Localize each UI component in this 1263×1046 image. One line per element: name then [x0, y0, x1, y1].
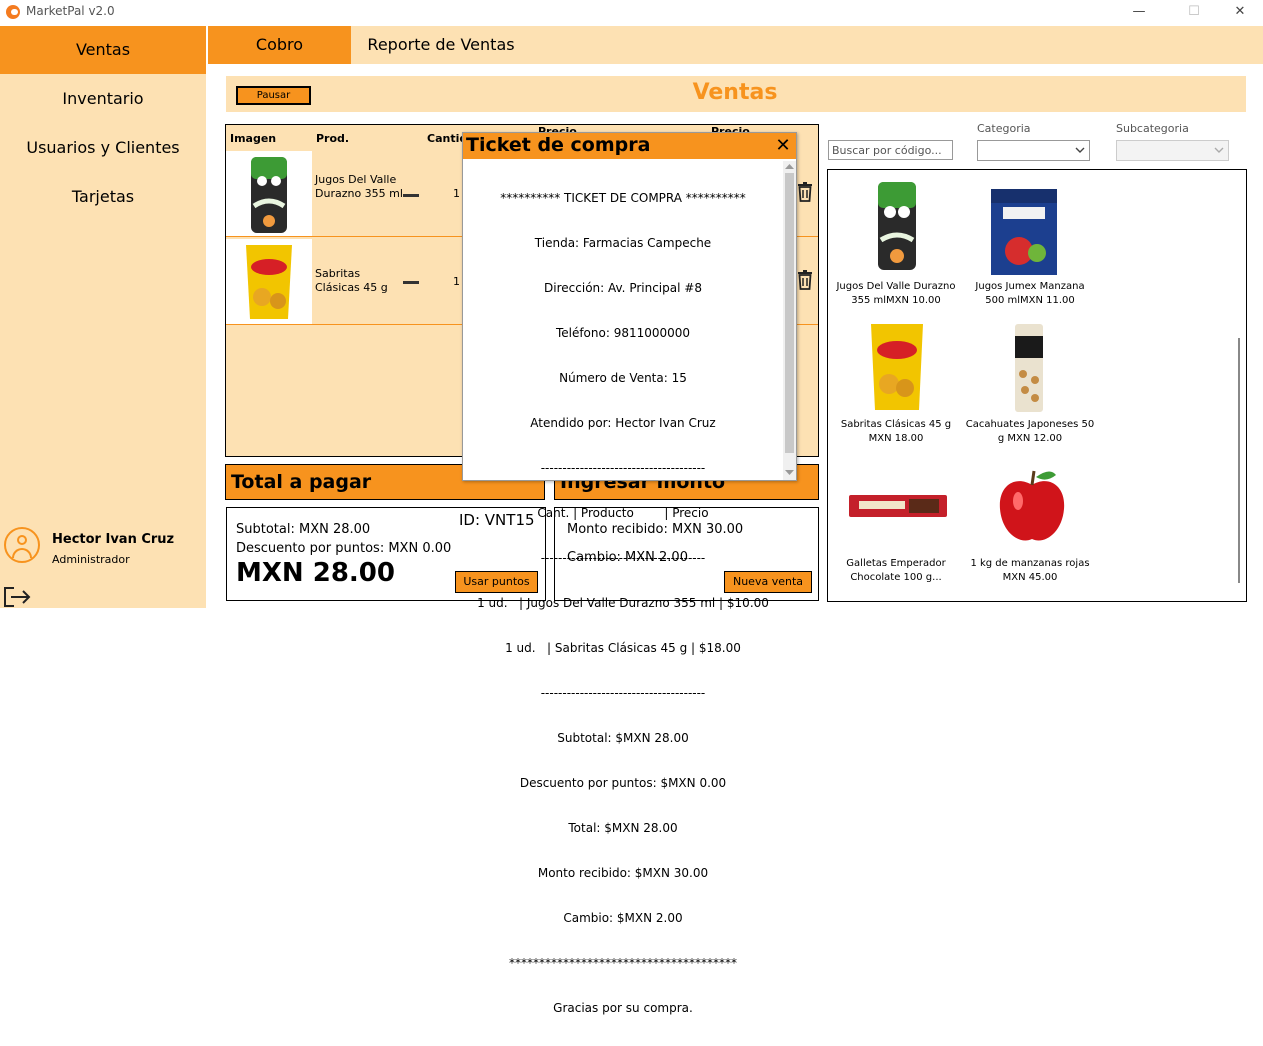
trash-icon[interactable] [797, 182, 813, 202]
ticket-dialog-title: Ticket de compra [466, 134, 651, 156]
ticket-line: Monto recibido: $MXN 30.00 [537, 866, 709, 880]
minimize-button[interactable]: — [1124, 2, 1154, 22]
column-header-prod: Prod. [316, 132, 350, 145]
ticket-line: Teléfono: 9811000000 [555, 326, 691, 340]
trash-icon[interactable] [797, 270, 813, 290]
product-image-sabritas [226, 239, 312, 324]
ticket-line: 1 ud. | Jugos Del Valle Durazno 355 ml |… [477, 596, 769, 610]
product-name: Cacahuates Japoneses 50 g MXN 12.00 [965, 419, 1095, 444]
ticket-line: -------------------------------------- [540, 686, 706, 700]
product-name: Jugos Jumex Manzana 500 mlMXN 11.00 [975, 281, 1085, 306]
product-image-manzana [999, 470, 1065, 541]
product-image-jumex [989, 185, 1061, 275]
tab-reporte-ventas[interactable]: Reporte de Ventas [351, 26, 531, 64]
product-image-cacahuates [1015, 324, 1043, 412]
category-select[interactable] [977, 140, 1090, 161]
product-grid: Jugos Del Valle Durazno 355 mlMXN 10.00 … [827, 169, 1247, 602]
subcategory-label: Subcategoria [1116, 122, 1189, 135]
ticket-line: Descuento por puntos: $MXN 0.00 [519, 776, 727, 790]
ticket-text: ********** TICKET DE COMPRA ********** T… [463, 161, 783, 1046]
ticket-line: ************************************** [509, 956, 737, 970]
product-card[interactable]: Cacahuates Japoneses 50 g MXN 12.00 [965, 320, 1095, 450]
ticket-line: Cambio: $MXN 2.00 [563, 911, 683, 925]
product-image-sabritas [871, 324, 923, 410]
ticket-line: Dirección: Av. Principal #8 [544, 281, 702, 295]
logout-icon[interactable] [2, 586, 32, 608]
product-grid-scroll-thumb[interactable] [1238, 338, 1240, 583]
search-input[interactable] [828, 140, 953, 160]
cart-item-name: Sabritas Clásicas 45 g [315, 267, 388, 294]
product-card[interactable]: Jugos Del Valle Durazno 355 mlMXN 10.00 [831, 180, 961, 310]
ticket-line: ********** TICKET DE COMPRA ********** [500, 191, 746, 205]
ticket-line: Subtotal: $MXN 28.00 [557, 731, 689, 745]
ticket-line: Total: $MXN 28.00 [568, 821, 678, 835]
cart-item-name: Jugos Del Valle Durazno 355 ml [315, 173, 403, 200]
ticket-line: Gracias por su compra. [553, 1001, 693, 1015]
title-bar: MarketPal v2.0 — ☐ ✕ [0, 0, 1263, 24]
decrease-quantity-button[interactable] [403, 281, 419, 284]
ticket-line: -------------------------------------- [540, 461, 706, 475]
tab-cobro[interactable]: Cobro [208, 26, 351, 64]
sidebar-item-inventario[interactable]: Inventario [0, 75, 206, 123]
product-card[interactable]: Sabritas Clásicas 45 g MXN 18.00 [831, 320, 961, 450]
cart-item-qty: 1 [453, 187, 460, 200]
product-card[interactable]: Jugos Jumex Manzana 500 mlMXN 11.00 [965, 180, 1095, 310]
sidebar-item-tarjetas[interactable]: Tarjetas [0, 173, 206, 221]
close-window-button[interactable]: ✕ [1225, 2, 1255, 22]
scroll-down-icon[interactable] [785, 469, 794, 476]
column-header-imagen: Imagen [230, 132, 277, 145]
ticket-line: Cant. | Producto | Precio [537, 506, 709, 520]
subcategory-select[interactable] [1116, 140, 1229, 161]
user-role: Administrador [52, 553, 130, 566]
user-name: Hector Ivan Cruz [52, 532, 175, 547]
sidebar-item-usuarios-clientes[interactable]: Usuarios y Clientes [0, 124, 206, 172]
total-amount: MXN 28.00 [236, 558, 395, 588]
category-label: Categoria [977, 122, 1031, 135]
chevron-down-icon [1214, 147, 1224, 153]
tab-bar: Cobro Reporte de Ventas [208, 26, 1263, 64]
ticket-line: Tienda: Farmacias Campeche [534, 236, 712, 250]
product-name: Jugos Del Valle Durazno 355 mlMXN 10.00 [836, 281, 956, 306]
product-image-galletas [849, 495, 947, 517]
pause-button[interactable]: Pausar [236, 86, 311, 105]
ticket-line: Atendido por: Hector Ivan Cruz [530, 416, 716, 430]
product-name: Galletas Emperador Chocolate 100 g... [846, 558, 946, 583]
product-image-jugo [878, 182, 916, 270]
product-card[interactable]: 1 kg de manzanas rojas MXN 45.00 [965, 465, 1095, 585]
product-name: Sabritas Clásicas 45 g MXN 18.00 [840, 419, 952, 444]
chevron-down-icon [1075, 147, 1085, 153]
ticket-line: Número de Venta: 15 [559, 371, 687, 385]
product-name: 1 kg de manzanas rojas MXN 45.00 [970, 558, 1090, 583]
ticket-line: 1 ud. | Sabritas Clásicas 45 g | $18.00 [505, 641, 741, 655]
user-avatar-icon [4, 527, 40, 563]
discount-text: Descuento por puntos: MXN 0.00 [236, 541, 452, 556]
close-icon[interactable]: ✕ [773, 136, 793, 156]
product-image-jugo [226, 151, 312, 236]
ticket-dialog: Ticket de compra ✕ ********** TICKET DE … [462, 132, 797, 1015]
sidebar-item-ventas[interactable]: Ventas [0, 26, 206, 74]
app-logo-icon [6, 5, 20, 19]
page-title: Ventas [692, 80, 778, 105]
sidebar: Ventas Inventario Usuarios y Clientes Ta… [0, 26, 206, 608]
app-title: MarketPal v2.0 [26, 4, 115, 18]
ticket-scroll-thumb[interactable] [785, 173, 794, 453]
subtotal-text: Subtotal: MXN 28.00 [236, 522, 371, 537]
scroll-up-icon[interactable] [785, 163, 794, 170]
decrease-quantity-button[interactable] [403, 194, 419, 197]
maximize-button[interactable]: ☐ [1179, 2, 1209, 22]
cart-item-qty: 1 [453, 275, 460, 288]
product-card[interactable]: Galletas Emperador Chocolate 100 g... [831, 465, 961, 585]
ticket-line: -------------------------------------- [540, 551, 706, 565]
